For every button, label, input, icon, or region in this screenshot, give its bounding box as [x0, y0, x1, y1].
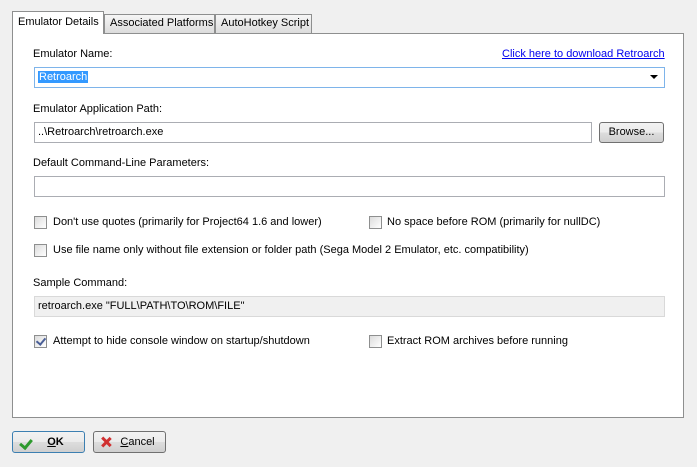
app-path-input[interactable]: ..\Retroarch\retroarch.exe [34, 122, 592, 143]
no-space-checkbox[interactable] [369, 216, 382, 229]
file-name-only-checkbox[interactable] [34, 244, 47, 257]
tab-associated-platforms[interactable]: Associated Platforms [104, 14, 215, 33]
extract-rom-label[interactable]: Extract ROM archives before running [387, 335, 568, 347]
sample-command-field: retroarch.exe "FULL\PATH\TO\ROM\FILE" [34, 296, 665, 317]
tab-autohotkey-script[interactable]: AutoHotkey Script [215, 14, 312, 33]
ok-button[interactable]: OK [12, 431, 85, 453]
sample-command-label: Sample Command: [33, 277, 128, 289]
tab-label: Emulator Details [18, 16, 99, 28]
hide-console-checkbox[interactable] [34, 335, 47, 348]
browse-button[interactable]: Browse... [599, 122, 664, 143]
hide-console-label[interactable]: Attempt to hide console window on startu… [53, 335, 310, 347]
close-icon [100, 436, 112, 448]
sample-command-value: retroarch.exe "FULL\PATH\TO\ROM\FILE" [38, 300, 245, 312]
app-path-value: ..\Retroarch\retroarch.exe [38, 126, 164, 138]
params-input[interactable] [34, 176, 665, 197]
emulator-name-combobox[interactable]: Retroarch [34, 67, 665, 88]
cancel-button[interactable]: Cancel [93, 431, 166, 453]
browse-button-label: Browse... [608, 126, 655, 138]
ok-accel-key: O [47, 436, 56, 448]
emulator-name-value: Retroarch [38, 71, 89, 83]
tab-label: Associated Platforms [110, 17, 214, 29]
no-quotes-checkbox[interactable] [34, 216, 47, 229]
cancel-label-rest: ancel [128, 436, 155, 448]
app-path-label: Emulator Application Path: [33, 103, 163, 115]
params-label: Default Command-Line Parameters: [33, 157, 210, 169]
check-icon [19, 435, 33, 451]
tab-emulator-details[interactable]: Emulator Details [12, 11, 104, 34]
emulator-details-panel: Emulator Name: Click here to download Re… [12, 33, 684, 418]
emulator-name-label: Emulator Name: [33, 48, 113, 60]
chevron-down-icon[interactable] [650, 75, 658, 79]
file-name-only-label[interactable]: Use file name only without file extensio… [53, 244, 529, 256]
extract-rom-checkbox[interactable] [369, 335, 382, 348]
tab-label: AutoHotkey Script [221, 17, 310, 29]
no-quotes-label[interactable]: Don't use quotes (primarily for Project6… [53, 216, 322, 228]
no-space-label[interactable]: No space before ROM (primarily for nullD… [387, 216, 600, 228]
ok-label-rest: K [55, 436, 64, 448]
download-retroarch-link[interactable]: Click here to download Retroarch [502, 48, 665, 60]
